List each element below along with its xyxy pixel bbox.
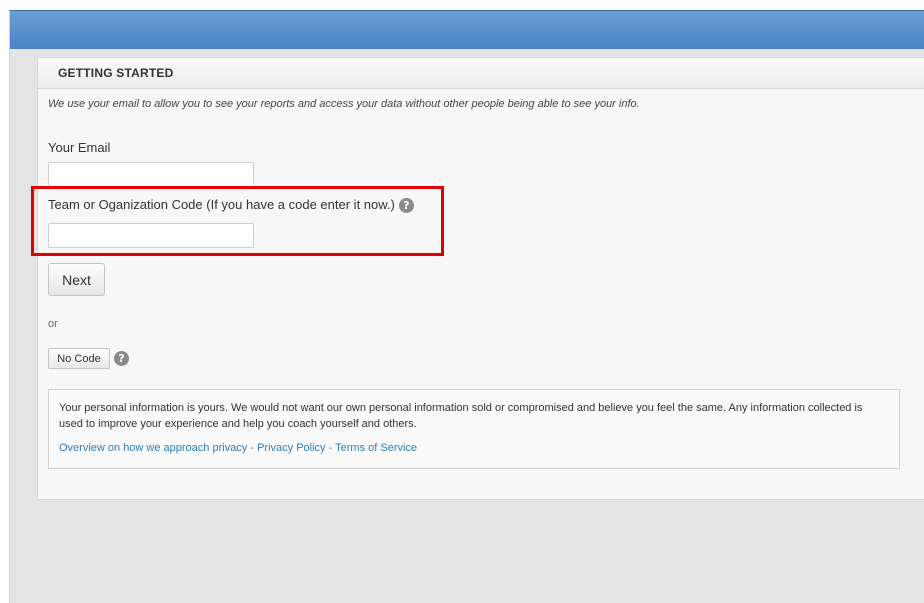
- privacy-overview-link[interactable]: Overview on how we approach privacy: [59, 442, 247, 454]
- intro-text: We use your email to allow you to see yo…: [48, 98, 640, 110]
- or-separator: or: [48, 318, 58, 330]
- link-separator: -: [247, 442, 258, 454]
- terms-of-service-link[interactable]: Terms of Service: [335, 442, 417, 454]
- question-circle-icon[interactable]: ?: [114, 351, 129, 366]
- email-field[interactable]: [48, 162, 254, 187]
- no-code-button[interactable]: No Code: [48, 348, 110, 369]
- next-button[interactable]: Next: [48, 263, 105, 296]
- privacy-links: Overview on how we approach privacy - Pr…: [59, 442, 889, 454]
- link-separator: -: [325, 442, 336, 454]
- top-bar: [10, 11, 924, 49]
- email-label: Your Email: [48, 140, 111, 155]
- privacy-notice: Your personal information is yours. We w…: [48, 389, 900, 469]
- highlight-box: [31, 186, 444, 256]
- app-frame: GETTING STARTED We use your email to all…: [9, 10, 924, 603]
- panel-title: GETTING STARTED: [38, 58, 924, 89]
- privacy-policy-link[interactable]: Privacy Policy: [257, 442, 325, 454]
- privacy-text: Your personal information is yours. We w…: [59, 402, 863, 430]
